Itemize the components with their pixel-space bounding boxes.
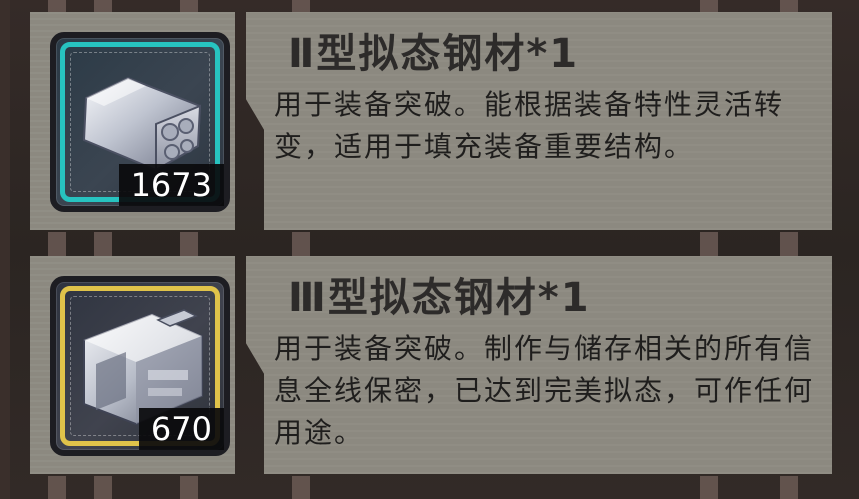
decorative-strip (780, 0, 798, 12)
decorative-strip (180, 476, 198, 499)
decorative-strip (180, 0, 198, 12)
decorative-strip (700, 0, 718, 12)
decorative-strip (700, 232, 718, 256)
decorative-strip (292, 232, 310, 256)
item-icon-frame[interactable]: 670 (50, 276, 230, 456)
item-icon-frame[interactable]: 1673 (50, 32, 230, 212)
decorative-strip (700, 476, 718, 499)
decorative-strip (94, 0, 112, 12)
decorative-strip (94, 476, 112, 499)
decorative-strip (48, 0, 66, 12)
item-count: 1673 (118, 164, 224, 206)
item-name: Ⅲ型拟态钢材*1 (288, 275, 591, 321)
decorative-strip (292, 0, 310, 12)
decorative-strip (94, 232, 112, 256)
decorative-strip (180, 232, 198, 256)
decorative-strip (48, 232, 66, 256)
decorative-strip (780, 232, 798, 256)
decorative-strip (48, 476, 66, 499)
item-description: 用于装备突破。能根据装备特性灵活转变，适用于填充装备重要结构。 (274, 88, 785, 163)
decorative-strip (780, 476, 798, 499)
item-description: 用于装备突破。制作与储存相关的所有信息全线保密，已达到完美拟态，可作任何用途。 (274, 332, 815, 449)
item-entry[interactable]: 670 Ⅲ型拟态钢材*1 用于装备突破。制作与储存相关的所有信息全线保密，已达到… (30, 256, 833, 476)
item-count: 670 (138, 408, 224, 450)
item-name: Ⅱ型拟态钢材*1 (288, 31, 580, 77)
decorative-strip (292, 476, 310, 499)
item-entry[interactable]: 1673 Ⅱ型拟态钢材*1 用于装备突破。能根据装备特性灵活转变，适用于填充装备… (30, 12, 833, 232)
